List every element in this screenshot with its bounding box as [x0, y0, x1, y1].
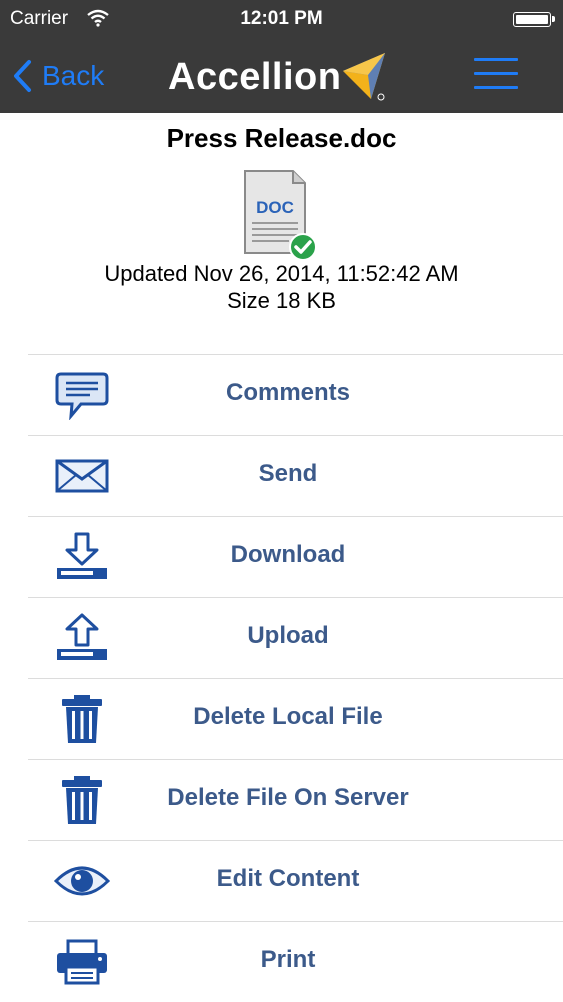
file-name: Press Release.doc: [166, 123, 397, 153]
doc-icon-label: DOC: [256, 198, 294, 217]
action-list: Comments Send Download Upload Delete Loc…: [28, 354, 563, 1002]
battery-icon: [513, 12, 555, 27]
download-button[interactable]: Download: [28, 516, 563, 597]
delete-local-file-button[interactable]: Delete Local File: [28, 678, 563, 759]
edit-content-label: Edit Content: [216, 865, 360, 892]
download-label: Download: [230, 541, 346, 568]
delete-local-file-label: Delete Local File: [193, 703, 383, 730]
comments-button[interactable]: Comments: [28, 354, 563, 435]
back-label: Back: [42, 60, 105, 91]
file-updated-date: Updated Nov 26, 2014, 11:52:42 AM: [104, 261, 459, 286]
upload-label: Upload: [247, 622, 329, 649]
send-label: Send: [258, 460, 318, 487]
logo-arrow-icon: [343, 53, 386, 101]
accellion-logo: Accellion: [168, 50, 389, 104]
delete-file-on-server-label: Delete File On Server: [167, 784, 409, 811]
delete-file-on-server-button[interactable]: Delete File On Server: [28, 759, 563, 840]
comments-label: Comments: [225, 379, 351, 406]
print-button[interactable]: Print: [28, 921, 563, 1002]
status-bar: Carrier 12:01 PM: [0, 0, 563, 40]
navigation-bar: Back Accellion: [0, 40, 563, 113]
file-size: Size 18 KB: [227, 288, 336, 313]
menu-button[interactable]: [472, 54, 520, 94]
edit-content-button[interactable]: Edit Content: [28, 840, 563, 921]
file-header: Press Release.doc DOC Updated Nov 26, 20…: [0, 113, 563, 353]
upload-button[interactable]: Upload: [28, 597, 563, 678]
back-button[interactable]: Back: [12, 54, 104, 98]
print-label: Print: [260, 946, 316, 973]
status-time: 12:01 PM: [240, 8, 323, 29]
chevron-left-icon: [14, 60, 31, 92]
doc-file-icon: DOC: [244, 170, 317, 261]
send-button[interactable]: Send: [28, 435, 563, 516]
